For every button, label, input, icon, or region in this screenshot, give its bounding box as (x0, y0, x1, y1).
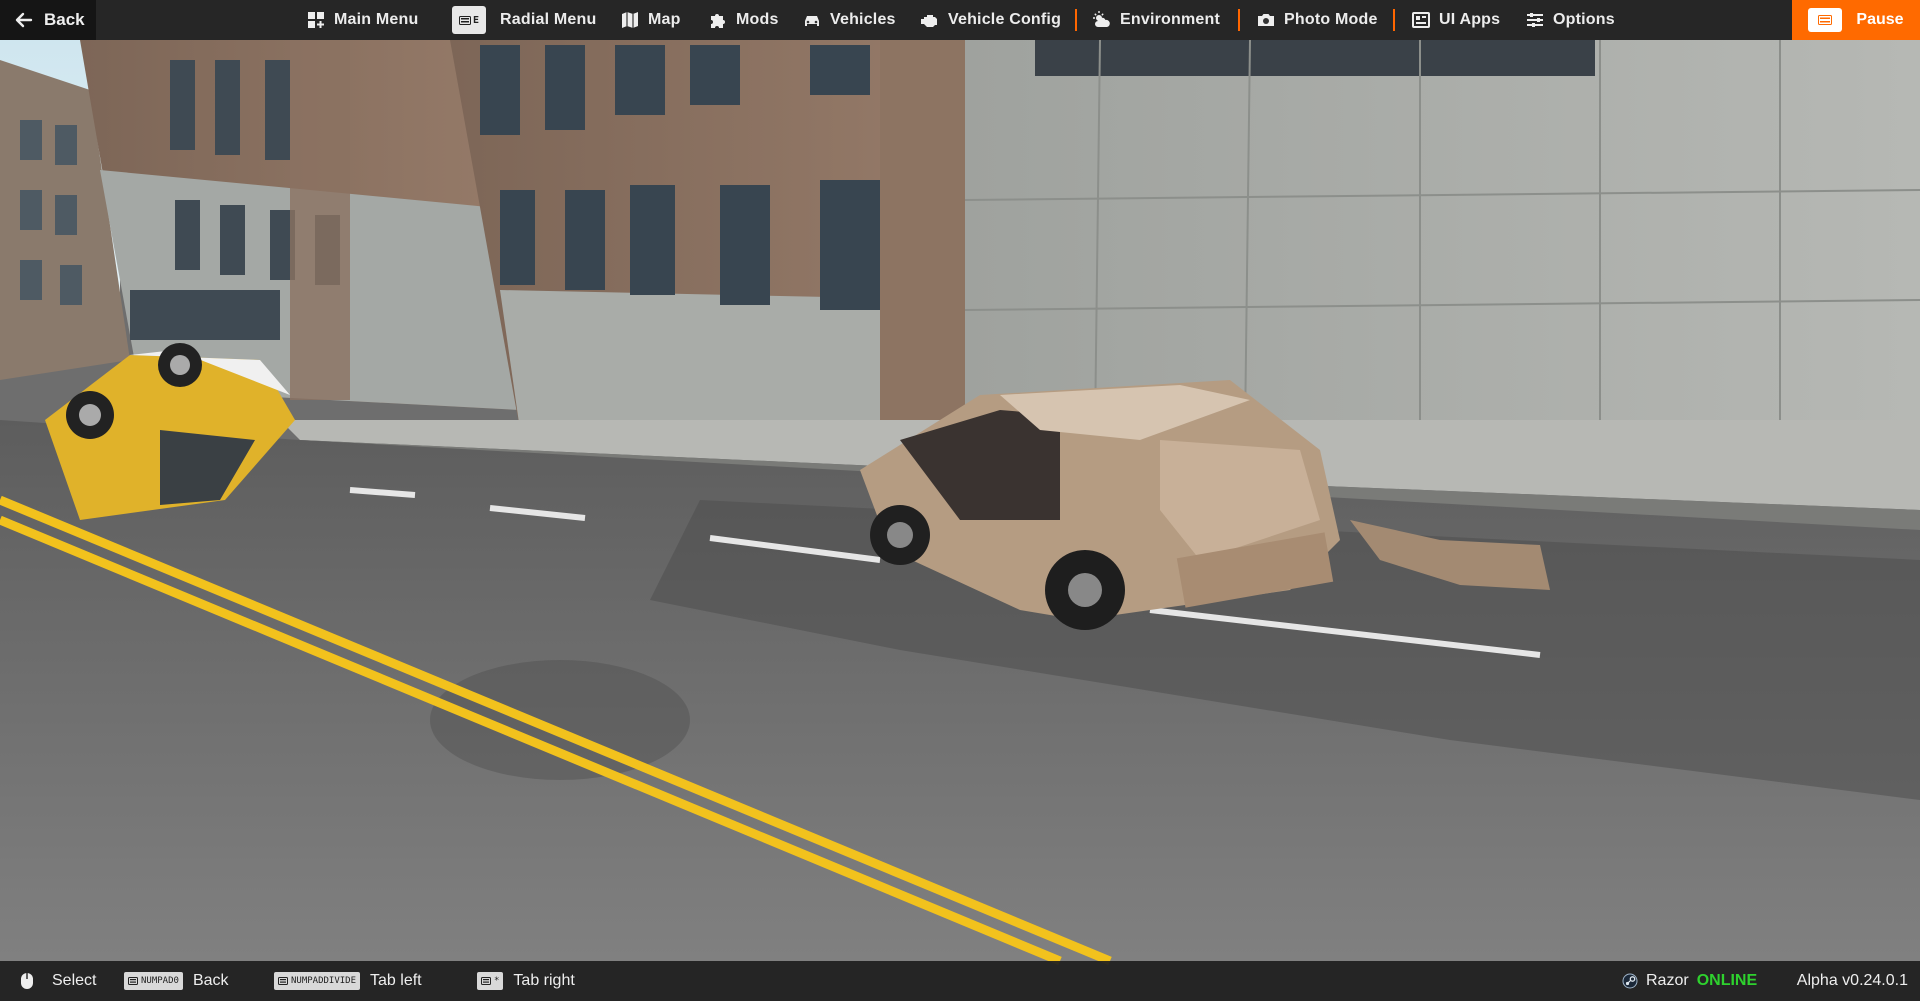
back-button[interactable]: Back (0, 0, 96, 40)
nav-label: Main Menu (334, 11, 419, 28)
nav-label: Mods (736, 11, 779, 28)
menu-separator (1075, 9, 1077, 31)
keyboard-key-hint: NUMPAD0 (124, 972, 183, 990)
key-hint-text: NUMPAD0 (141, 976, 179, 986)
keyboard-icon (1818, 15, 1833, 25)
back-label: Back (44, 10, 85, 29)
nav-radial-menu[interactable]: E Radial Menu (452, 0, 596, 40)
keyboard-key-hint: * (477, 972, 504, 990)
car-icon (805, 16, 819, 26)
nav-label: Environment (1120, 11, 1220, 28)
online-status[interactable]: Razor ONLINE (1622, 961, 1757, 1001)
nav-label: Options (1553, 11, 1615, 28)
mouse-icon (21, 973, 33, 989)
city-street-scene (0, 39, 1920, 966)
nav-label: Vehicles (830, 11, 896, 28)
hint-back[interactable]: NUMPAD0 Back (124, 961, 229, 1001)
hint-label: Tab left (370, 972, 422, 989)
nav-ui-apps[interactable]: UI Apps (1411, 0, 1500, 40)
menu-separator (1393, 9, 1395, 31)
nav-label: Photo Mode (1284, 11, 1378, 28)
nav-vehicles[interactable]: Vehicles (802, 0, 896, 40)
sliders-icon (1527, 13, 1543, 27)
nav-environment[interactable]: Environment (1092, 0, 1220, 40)
top-menu-bar: Back Main Menu E Radial Menu Map Mods Ve… (0, 0, 1920, 40)
hint-select[interactable]: Select (20, 961, 96, 1001)
nav-main-menu[interactable]: Main Menu (306, 0, 418, 40)
keyboard-key-hint (1808, 8, 1843, 32)
key-hint-text: * (494, 976, 500, 986)
keyboard-icon (128, 977, 138, 985)
map-icon (622, 12, 638, 28)
hint-label: Select (52, 972, 97, 989)
steam-icon (1622, 973, 1638, 989)
arrow-left-icon (15, 12, 33, 28)
key-hint-text: NUMPADDIVIDE (291, 976, 357, 986)
pause-button[interactable]: Pause (1792, 0, 1920, 40)
bottom-hint-bar: Select NUMPAD0 Back NUMPADDIVIDE Tab lef… (0, 961, 1920, 1001)
main-menu-icon (308, 12, 324, 28)
weather-icon (1093, 11, 1110, 27)
nav-options[interactable]: Options (1525, 0, 1615, 40)
nav-label: UI Apps (1439, 11, 1501, 28)
version-label: Alpha v0.24.0.1 (1796, 972, 1908, 989)
nav-label: Map (648, 11, 681, 28)
engine-icon (921, 15, 937, 27)
hint-label: Back (192, 972, 229, 989)
pause-label: Pause (1856, 11, 1904, 28)
nav-label: Vehicle Config (948, 11, 1062, 28)
nav-vehicle-config[interactable]: Vehicle Config (920, 0, 1061, 40)
puzzle-icon (711, 14, 725, 28)
keyboard-icon (458, 15, 471, 25)
game-viewport[interactable] (0, 0, 1920, 1001)
hint-tab-right[interactable]: * Tab right (477, 961, 575, 1001)
nav-photo-mode[interactable]: Photo Mode (1256, 0, 1378, 40)
nav-label: Radial Menu (500, 11, 597, 28)
keyboard-key-hint: NUMPADDIVIDE (274, 972, 361, 990)
nav-map[interactable]: Map (620, 0, 681, 40)
menu-separator (1238, 9, 1240, 31)
keyboard-icon (481, 977, 491, 985)
status-text: ONLINE (1696, 972, 1758, 989)
keyboard-icon (278, 977, 288, 985)
key-hint-text: E (472, 14, 480, 26)
hint-tab-left[interactable]: NUMPADDIVIDE Tab left (274, 961, 422, 1001)
nav-mods[interactable]: Mods (708, 0, 779, 40)
camera-icon (1258, 14, 1274, 26)
hint-label: Tab right (513, 972, 575, 989)
username: Razor (1646, 972, 1689, 989)
apps-icon (1412, 12, 1430, 28)
keyboard-key-hint: E (452, 6, 486, 34)
